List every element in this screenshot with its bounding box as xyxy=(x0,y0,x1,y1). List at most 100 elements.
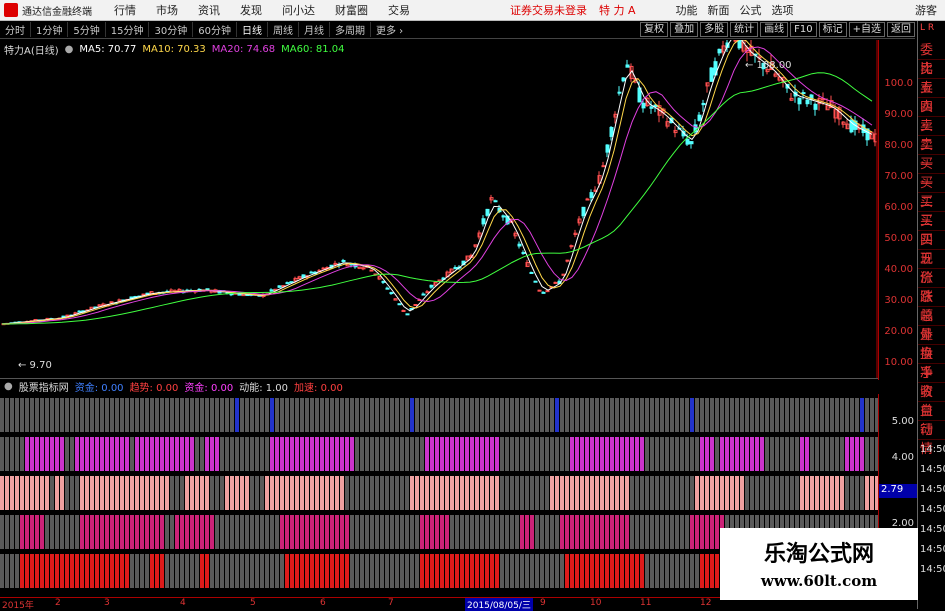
menu-item-ask[interactable]: 问小达 xyxy=(282,2,315,18)
stats-button[interactable]: 统计 xyxy=(730,22,759,37)
mark-button[interactable]: 标记 xyxy=(818,22,847,37)
indicator-bar xyxy=(325,437,329,471)
period-tab-15min[interactable]: 15分钟 xyxy=(106,22,150,37)
indicator-tick: 5.00 xyxy=(891,416,914,427)
indicator-bar xyxy=(235,476,239,510)
menu-new-page[interactable]: 新面 xyxy=(708,2,730,18)
draw-line-button[interactable]: 画线 xyxy=(760,22,789,37)
menu-options[interactable]: 选项 xyxy=(772,2,794,18)
side-panel-item[interactable]: 卖一 xyxy=(918,136,945,172)
side-panel-item[interactable]: 卖四 xyxy=(918,79,945,115)
side-panel-item[interactable]: 总量 xyxy=(918,307,945,343)
menu-item-quotes[interactable]: 行情 xyxy=(114,2,136,18)
side-panel-item[interactable]: 买三 xyxy=(918,193,945,229)
indicator-bar xyxy=(45,476,49,510)
side-panel-time: 14:50 xyxy=(920,564,945,575)
overlay-button[interactable]: 叠加 xyxy=(670,22,699,37)
indicator-bar xyxy=(580,515,584,549)
period-tab-multi[interactable]: 多周期 xyxy=(330,22,371,37)
add-watchlist-button[interactable]: +自选 xyxy=(848,22,885,37)
side-panel-item[interactable]: 换手 xyxy=(918,345,945,381)
menu-item-discover[interactable]: 发现 xyxy=(240,2,262,18)
period-more-button[interactable]: 更多 › xyxy=(371,22,408,37)
indicator-bar xyxy=(710,398,714,432)
indicator-bar xyxy=(790,437,794,471)
period-tab-5min[interactable]: 5分钟 xyxy=(68,22,106,37)
indicator-bar xyxy=(695,554,699,588)
indicator-bar xyxy=(390,515,394,549)
side-panel-item[interactable]: 买二 xyxy=(918,174,945,210)
indicator-bar xyxy=(400,515,404,549)
side-panel-item[interactable]: 现价 xyxy=(918,250,945,286)
side-panel-item[interactable]: 外盘 xyxy=(918,326,945,362)
side-panel-item[interactable]: 委比 xyxy=(918,41,945,77)
period-tab-monthly[interactable]: 月线 xyxy=(299,22,330,37)
side-panel-item[interactable]: 卖三 xyxy=(918,98,945,134)
indicator-bar xyxy=(510,554,514,588)
period-tab-intraday[interactable]: 分时 xyxy=(0,22,31,37)
side-panel-header[interactable]: L R xyxy=(918,21,945,41)
indicator-bar xyxy=(735,437,739,471)
candle-body xyxy=(689,141,694,145)
candlestick-chart[interactable]: ← 108.00 ← 9.70 xyxy=(0,40,878,378)
indicator-bar xyxy=(580,398,584,432)
side-panel-item[interactable]: 卖五 xyxy=(918,60,945,96)
back-button[interactable]: 返回 xyxy=(887,22,915,37)
indicator-bar xyxy=(435,554,439,588)
indicator-bar xyxy=(755,476,759,510)
indicator-bar xyxy=(410,515,414,549)
period-tab-60min[interactable]: 60分钟 xyxy=(193,22,237,37)
indicator-name[interactable]: 股票指标网 xyxy=(19,379,69,394)
guest-user[interactable]: 游客 xyxy=(915,2,937,18)
indicator-bar xyxy=(460,515,464,549)
indicator-bar xyxy=(175,437,179,471)
side-panel-item[interactable]: 涨跌 xyxy=(918,269,945,305)
menu-item-news[interactable]: 资讯 xyxy=(198,2,220,18)
side-panel-item[interactable]: 净资 xyxy=(918,364,945,400)
current-stock: 特 力 A xyxy=(599,4,636,17)
indicator-bar xyxy=(245,554,249,588)
side-panel-item[interactable]: 买四 xyxy=(918,212,945,248)
indicator-bar xyxy=(650,515,654,549)
indicator-bar xyxy=(540,515,544,549)
indicator-bar xyxy=(615,437,619,471)
period-tab-daily[interactable]: 日线 xyxy=(237,22,268,37)
adjust-button[interactable]: 复权 xyxy=(640,22,669,37)
candle-body xyxy=(77,310,82,313)
menu-function[interactable]: 功能 xyxy=(676,2,698,18)
indicator-bar xyxy=(540,398,544,432)
indicator-bar xyxy=(45,437,49,471)
indicator-bar xyxy=(635,437,639,471)
indicator-bar xyxy=(565,554,569,588)
side-panel-item[interactable]: 卖二 xyxy=(918,117,945,153)
candle-body xyxy=(485,208,490,216)
indicator-bar xyxy=(710,437,714,471)
side-panel-item[interactable]: 收益 xyxy=(918,383,945,419)
f10-button[interactable]: F10 xyxy=(790,22,817,37)
indicator-bar xyxy=(240,554,244,588)
period-tab-30min[interactable]: 30分钟 xyxy=(149,22,194,37)
candle-body xyxy=(605,144,610,153)
period-tab-weekly[interactable]: 周线 xyxy=(268,22,299,37)
side-panel-item[interactable]: 买五 xyxy=(918,231,945,267)
menu-item-market[interactable]: 市场 xyxy=(156,2,178,18)
side-panel-item[interactable]: 涨幅 xyxy=(918,288,945,324)
indicator-bar xyxy=(370,437,374,471)
indicator-bar xyxy=(495,515,499,549)
period-tab-1min[interactable]: 1分钟 xyxy=(31,22,69,37)
indicator-bar xyxy=(55,398,59,432)
menu-item-wealth[interactable]: 财富圈 xyxy=(335,2,368,18)
side-panel-quotes[interactable]: 行情 xyxy=(918,421,945,457)
login-notice[interactable]: 证券交易未登录 xyxy=(510,2,587,18)
stock-period-label: 特力A(日线) xyxy=(4,46,59,57)
indicator-bar xyxy=(520,437,524,471)
indicator-bar xyxy=(665,398,669,432)
menu-formula[interactable]: 公式 xyxy=(740,2,762,18)
menu-item-trade[interactable]: 交易 xyxy=(388,2,410,18)
indicator-bar xyxy=(680,437,684,471)
multi-stock-button[interactable]: 多股 xyxy=(700,22,729,37)
side-panel-auto[interactable]: 自动 xyxy=(918,402,945,438)
side-panel-item[interactable]: 买一 xyxy=(918,155,945,191)
candle-body xyxy=(537,289,542,292)
indicator-bar xyxy=(640,554,644,588)
